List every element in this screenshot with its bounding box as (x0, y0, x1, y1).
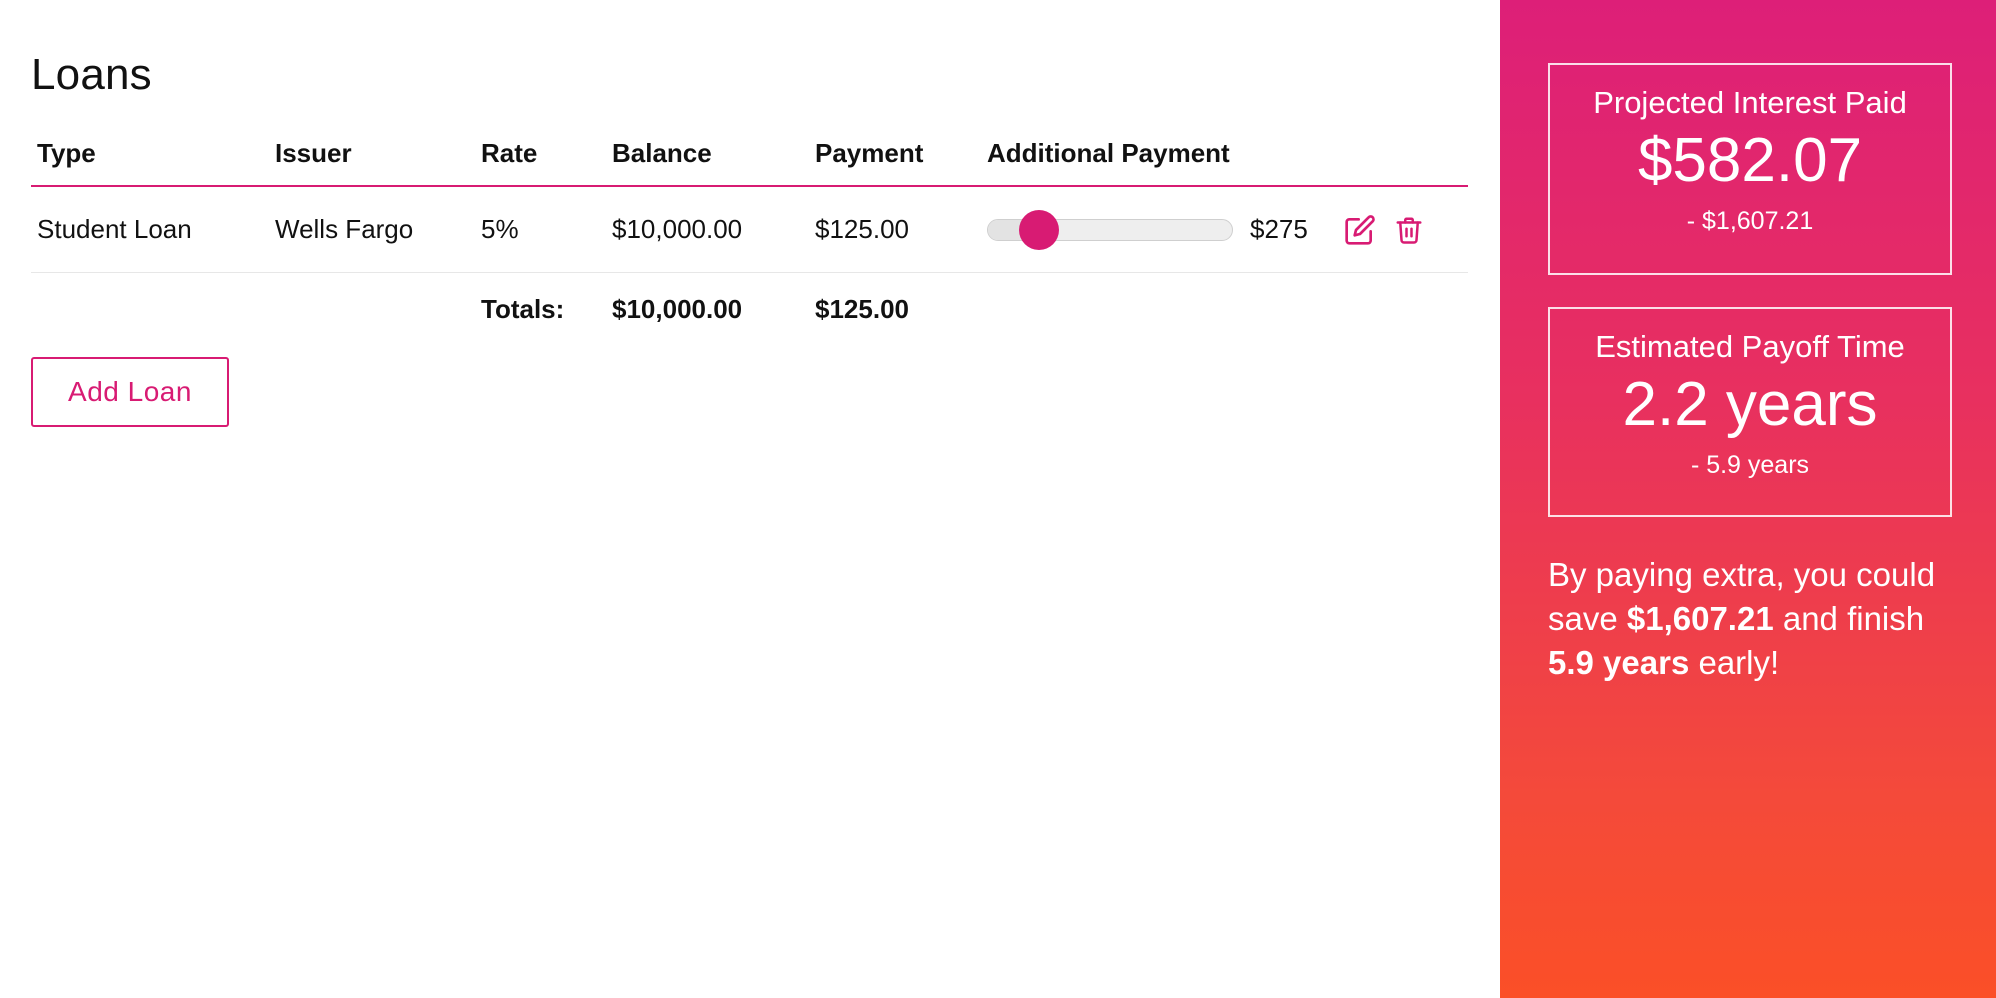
additional-payment-slider[interactable] (987, 187, 1235, 272)
header-issuer: Issuer (275, 138, 352, 168)
projected-interest-card: Projected Interest Paid $582.07 - $1,607… (1548, 63, 1952, 275)
header-rate: Rate (481, 138, 538, 168)
payoff-time-delta: - 5.9 years (1690, 451, 1810, 480)
main-content: Loans Type Issuer Rate Balance Payment A… (0, 0, 1500, 998)
add-loan-button[interactable]: Add Loan (31, 357, 229, 427)
cell-rate: 5% (481, 214, 519, 244)
projected-interest-label: Projected Interest Paid (1593, 85, 1907, 120)
header-payment: Payment (815, 138, 924, 168)
loans-table: Type Issuer Rate Balance Payment Additio… (31, 130, 1468, 345)
summary-middle: and finish (1773, 600, 1925, 637)
header-additional-payment: Additional Payment (987, 138, 1230, 168)
projected-interest-value: $582.07 (1637, 126, 1863, 195)
projected-interest-delta: - $1,607.21 (1686, 207, 1814, 236)
table-header: Type Issuer Rate Balance Payment Additio… (31, 130, 1468, 187)
cell-balance: $10,000.00 (612, 214, 743, 244)
edit-icon[interactable] (1344, 187, 1376, 272)
trash-icon[interactable] (1394, 187, 1424, 272)
payoff-time-label: Estimated Payoff Time (1595, 329, 1905, 364)
header-type: Type (37, 138, 96, 168)
additional-payment-value: $275 (1250, 214, 1308, 244)
totals-payment: $125.00 (815, 293, 909, 324)
summary-years-early: 5.9 years (1548, 644, 1690, 681)
totals-row: Totals: $10,000.00 $125.00 (31, 273, 1468, 345)
summary-sidebar: Projected Interest Paid $582.07 - $1,607… (1500, 0, 1996, 998)
cell-issuer: Wells Fargo (275, 214, 414, 244)
table-row: Student Loan Wells Fargo 5% $10,000.00 $… (31, 187, 1468, 273)
summary-save-amount: $1,607.21 (1626, 600, 1774, 637)
totals-label: Totals: (481, 293, 565, 324)
slider-track[interactable] (987, 209, 1233, 250)
cell-type: Student Loan (37, 214, 192, 244)
page-title: Loans (31, 50, 152, 99)
payoff-time-card: Estimated Payoff Time 2.2 years - 5.9 ye… (1548, 307, 1952, 517)
savings-summary: By paying extra, you could save $1,607.2… (1548, 553, 1968, 685)
payoff-time-value: 2.2 years (1622, 370, 1878, 439)
slider-thumb[interactable] (1019, 209, 1060, 250)
header-balance: Balance (612, 138, 712, 168)
totals-balance: $10,000.00 (612, 293, 743, 324)
summary-suffix: early! (1689, 644, 1780, 681)
cell-payment: $125.00 (815, 214, 909, 244)
